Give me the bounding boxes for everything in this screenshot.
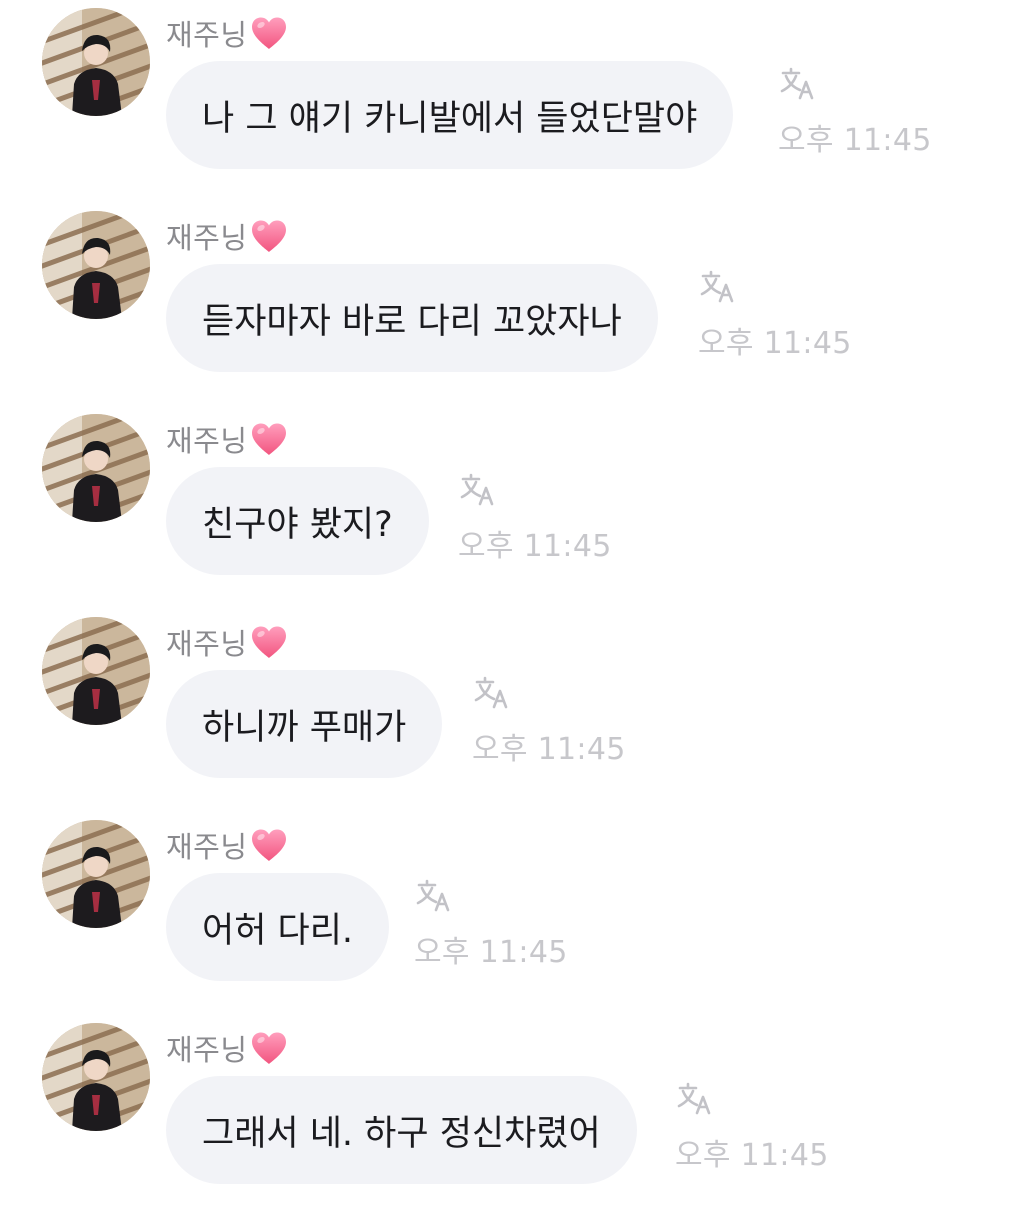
message-bubble[interactable]: 하니까 푸매가: [166, 670, 443, 778]
message-bubble[interactable]: 그래서 네. 하구 정신차렸어: [166, 1076, 637, 1184]
translate-icon[interactable]: [700, 269, 736, 303]
timestamp: 오후 11:45: [414, 935, 568, 970]
timestamp: 오후 11:45: [675, 1138, 829, 1173]
sender-name: 재주닝: [166, 419, 288, 459]
message-text: 하니까 푸매가: [202, 707, 407, 748]
message-row: 재주닝 어허 다리. 오후 11:45: [0, 812, 1009, 1002]
sender-name-text: 재주닝: [166, 1033, 248, 1067]
message-row: 재주닝 하니까 푸매가 오후 11:45: [0, 609, 1009, 799]
sender-name: 재주닝: [166, 1028, 288, 1068]
message-bubble[interactable]: 친구야 봤지?: [166, 467, 429, 575]
timestamp: 오후 11:45: [472, 732, 626, 767]
translate-icon[interactable]: [677, 1081, 713, 1115]
timestamp: 오후 11:45: [778, 123, 932, 158]
message-row: 재주닝 나 그 얘기 카니발에서 들었단말야 오후 11:45: [0, 0, 1009, 190]
avatar[interactable]: [42, 8, 150, 116]
sender-name-text: 재주닝: [166, 18, 248, 52]
pink-heart-emoji: [250, 16, 288, 50]
translate-icon[interactable]: [416, 878, 452, 912]
pink-heart-emoji: [250, 828, 288, 862]
sender-name: 재주닝: [166, 622, 288, 662]
avatar[interactable]: [42, 211, 150, 319]
pink-heart-emoji: [250, 1031, 288, 1065]
avatar[interactable]: [42, 1023, 150, 1131]
sender-name-text: 재주닝: [166, 830, 248, 864]
sender-name: 재주닝: [166, 13, 288, 53]
translate-icon[interactable]: [780, 66, 816, 100]
message-row: 재주닝 그래서 네. 하구 정신차렸어 오후 11:45: [0, 1015, 1009, 1205]
message-text: 듣자마자 바로 다리 꼬았자나: [202, 301, 622, 342]
timestamp: 오후 11:45: [698, 326, 852, 361]
sender-name: 재주닝: [166, 825, 288, 865]
message-bubble[interactable]: 어허 다리.: [166, 873, 390, 981]
avatar[interactable]: [42, 414, 150, 522]
sender-name-text: 재주닝: [166, 627, 248, 661]
chat-message-list: 재주닝 나 그 얘기 카니발에서 들었단말야 오후 11:45 재주닝 듣자마자…: [0, 0, 1009, 1200]
avatar[interactable]: [42, 820, 150, 928]
timestamp: 오후 11:45: [458, 529, 612, 564]
message-row: 재주닝 듣자마자 바로 다리 꼬았자나 오후 11:45: [0, 203, 1009, 393]
translate-icon[interactable]: [474, 675, 510, 709]
message-row: 재주닝 친구야 봤지? 오후 11:45: [0, 406, 1009, 596]
avatar[interactable]: [42, 617, 150, 725]
message-text: 나 그 얘기 카니발에서 들었단말야: [202, 98, 698, 139]
message-text: 친구야 봤지?: [202, 504, 393, 545]
sender-name-text: 재주닝: [166, 221, 248, 255]
translate-icon[interactable]: [460, 472, 496, 506]
message-text: 어허 다리.: [202, 910, 354, 951]
sender-name-text: 재주닝: [166, 424, 248, 458]
message-bubble[interactable]: 나 그 얘기 카니발에서 들었단말야: [166, 61, 734, 169]
pink-heart-emoji: [250, 422, 288, 456]
pink-heart-emoji: [250, 625, 288, 659]
message-bubble[interactable]: 듣자마자 바로 다리 꼬았자나: [166, 264, 658, 372]
sender-name: 재주닝: [166, 216, 288, 256]
pink-heart-emoji: [250, 219, 288, 253]
message-text: 그래서 네. 하구 정신차렸어: [202, 1113, 601, 1154]
